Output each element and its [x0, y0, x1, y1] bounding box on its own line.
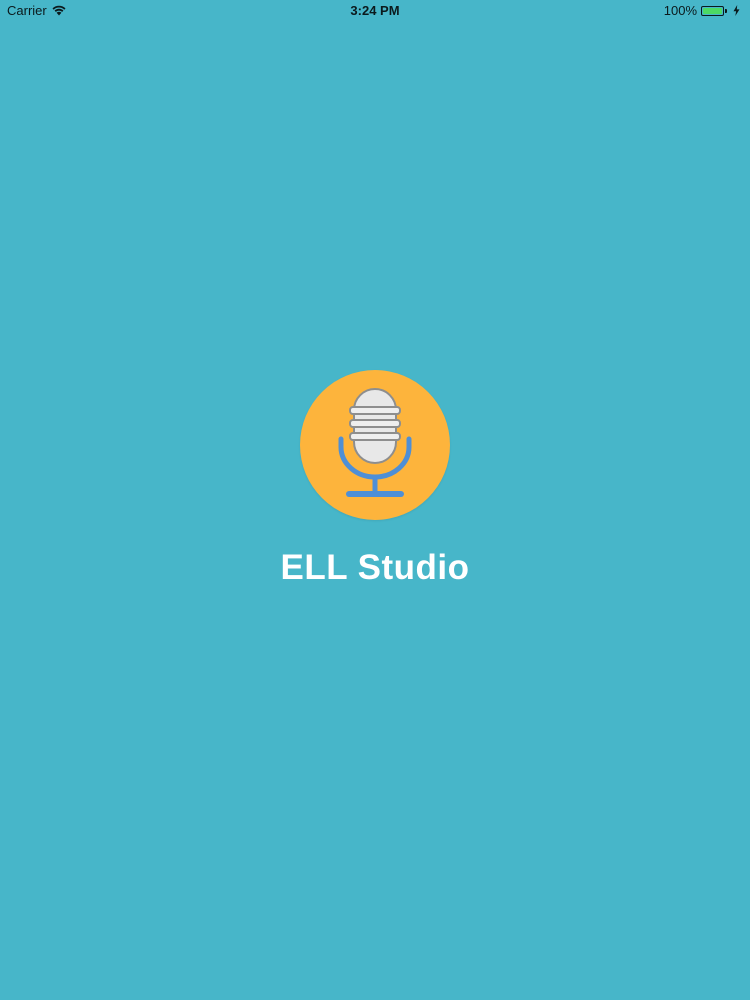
status-time: 3:24 PM [350, 3, 400, 18]
charging-bolt-icon [733, 5, 740, 16]
app-name: ELL Studio [280, 548, 470, 587]
status-right: 100% [664, 3, 740, 18]
battery-fill [703, 7, 722, 14]
battery-body [701, 5, 724, 16]
battery-percent: 100% [663, 3, 697, 18]
battery-tip [725, 8, 727, 13]
splash-screen: ELL Studio [0, 370, 750, 588]
microphone-icon [338, 388, 412, 497]
app-logo [300, 370, 450, 520]
status-bar: Carrier 3:24 PM 100% [0, 0, 750, 22]
battery-icon [701, 5, 727, 16]
